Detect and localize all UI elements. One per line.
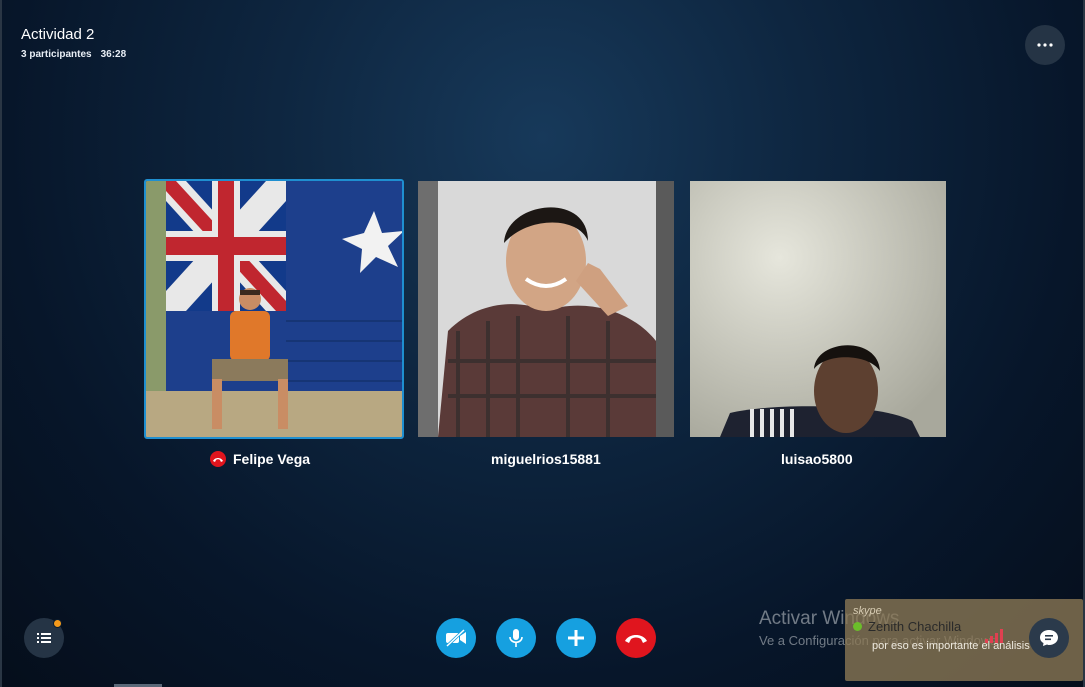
more-options-button[interactable]: [1025, 25, 1065, 65]
call-header: Actividad 2 3 participantes 36:28: [21, 26, 126, 60]
participant-name-row-1: Felipe Vega: [210, 451, 310, 467]
call-meta: 3 participantes 36:28: [21, 49, 126, 60]
add-participant-button[interactable]: [556, 618, 596, 658]
participant-name-row-3: luisao5800: [781, 451, 853, 467]
video-toggle-button[interactable]: [436, 618, 476, 658]
participant-video-2: [418, 181, 674, 437]
online-status-icon: [853, 622, 862, 631]
chat-icon: [1040, 630, 1058, 646]
participant-video-1: [144, 179, 404, 439]
call-window: Actividad 2 3 participantes 36:28 Felipe…: [0, 0, 1085, 687]
participant-video-3: [690, 181, 946, 437]
participant-name-1: Felipe Vega: [233, 451, 311, 467]
microphone-button[interactable]: [496, 618, 536, 658]
microphone-icon: [509, 629, 523, 647]
participants-count: 3 participantes: [21, 49, 92, 60]
end-call-button[interactable]: [616, 618, 656, 658]
video-off-icon: [445, 629, 466, 647]
add-icon: [568, 630, 584, 646]
toast-sender: Zenith Chachilla: [868, 619, 962, 634]
call-duration: 36:28: [100, 49, 127, 60]
hangup-icon: [210, 451, 226, 467]
participant-name-3: luisao5800: [781, 451, 853, 467]
chat-button[interactable]: [1029, 618, 1069, 658]
call-title: Actividad 2: [21, 26, 95, 43]
participant-name-row-2: miguelrios15881: [491, 451, 601, 467]
signal-strength-icon: [985, 629, 1003, 643]
more-options-icon: [1037, 43, 1053, 47]
participant-name-2: miguelrios15881: [491, 451, 601, 467]
end-call-icon: [625, 635, 647, 643]
toast-brand: skype: [853, 605, 882, 617]
